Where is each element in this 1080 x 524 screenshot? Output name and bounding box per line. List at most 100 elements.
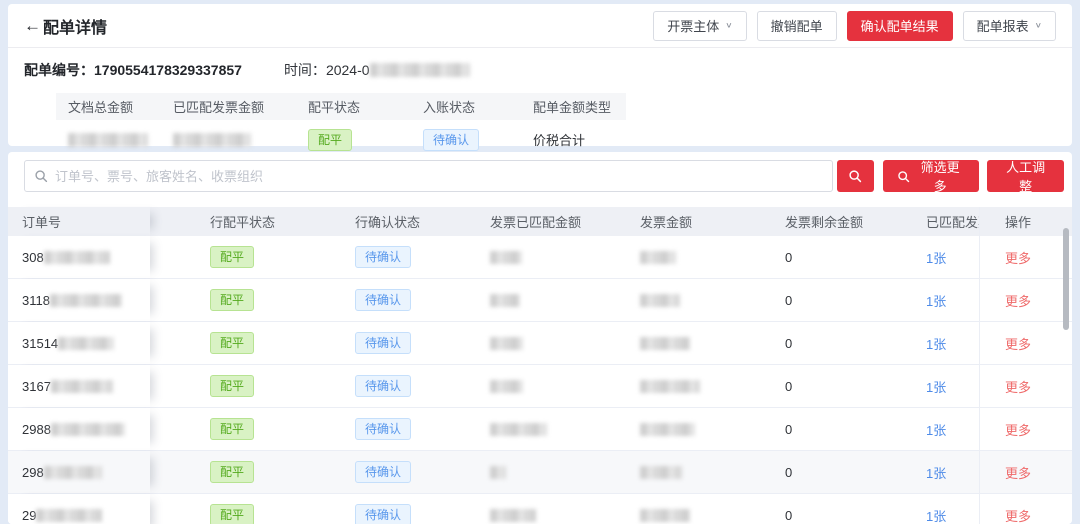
vertical-scrollbar-thumb[interactable] <box>1063 228 1069 330</box>
order-list-card: 筛选更多 人工调整 订单号 行配平状态 行确认状态 发票已匹配金额 发票金额 发… <box>8 152 1072 524</box>
order-no-cell: 298 <box>8 451 150 493</box>
order-number-value: 1790554178329337857 <box>94 62 242 78</box>
chevron-down-icon: ∨ <box>725 21 733 30</box>
more-action-link[interactable]: 更多 <box>1005 377 1031 396</box>
more-action-link[interactable]: 更多 <box>1005 291 1031 310</box>
order-no-prefix: 2988 <box>22 421 51 437</box>
time-label: 时间： <box>283 62 326 78</box>
detail-header-card: ← 配单详情 开票主体 ∨ 撤销配单 确认配单结果 配单报表 ∨ 配单编号： 1… <box>8 4 1072 160</box>
redacted-order-number <box>43 250 110 264</box>
summary-header-balance-status: 配平状态 <box>308 100 361 115</box>
more-action-link[interactable]: 更多 <box>1005 506 1031 524</box>
row-balance-badge: 配平 <box>210 375 255 397</box>
redacted-order-number <box>58 336 115 350</box>
column-invoice-amount: 发票金额 <box>640 215 693 230</box>
chevron-down-icon: ∨ <box>1034 21 1042 30</box>
redacted-order-number <box>36 508 103 522</box>
table-row: 31514 配平 待确认 0 1张 更多 <box>8 322 1072 365</box>
row-balance-badge: 配平 <box>210 461 255 483</box>
order-number-line: 配单编号： 1790554178329337857 时间： 2024-0 <box>24 60 1056 80</box>
redacted-invoice-amount <box>640 250 676 264</box>
more-action-link[interactable]: 更多 <box>1005 334 1031 353</box>
invoice-detail-link[interactable]: 1张 <box>926 377 946 396</box>
redacted-matched-amount <box>490 336 523 350</box>
confirm-result-button[interactable]: 确认配单结果 <box>846 10 953 41</box>
order-no-prefix: 31514 <box>22 335 59 351</box>
invoice-detail-link[interactable]: 1张 <box>926 291 946 310</box>
redacted-doc-total <box>68 133 148 148</box>
search-input-wrap <box>24 160 833 192</box>
redacted-matched-amount <box>490 422 547 436</box>
column-operation: 操作 <box>979 207 1064 236</box>
filter-more-label: 筛选更多 <box>920 160 960 194</box>
redacted-invoice-amount <box>640 293 680 307</box>
amount-type-value: 价税合计 <box>533 133 586 148</box>
redacted-order-number <box>49 293 122 307</box>
header-actions: 开票主体 ∨ 撤销配单 确认配单结果 配单报表 ∨ <box>653 10 1056 41</box>
more-action-link[interactable]: 更多 <box>1005 420 1031 439</box>
invoice-detail-link[interactable]: 1张 <box>926 334 946 353</box>
redacted-matched-amount <box>490 379 523 393</box>
order-info-section: 配单编号： 1790554178329337857 时间： 2024-0 文档总… <box>8 48 1072 160</box>
invoice-detail-link[interactable]: 1张 <box>926 248 946 267</box>
summary-header-doc-total: 文档总金额 <box>68 100 134 115</box>
row-balance-badge: 配平 <box>210 289 255 311</box>
redacted-invoice-amount <box>640 336 690 350</box>
row-balance-badge: 配平 <box>210 504 255 524</box>
table-row: 2988 配平 待确认 0 1张 更多 <box>8 408 1072 451</box>
row-balance-badge: 配平 <box>210 418 255 440</box>
order-number-label: 配单编号： <box>24 62 94 78</box>
summary-table: 文档总金额 已匹配发票金额 配平状态 入账状态 配单金额类型 配平 待确认 价税… <box>56 93 626 160</box>
invoice-subject-label: 开票主体 <box>667 19 720 34</box>
back-arrow-icon[interactable]: ← <box>24 16 41 36</box>
order-no-cell: 29 <box>8 494 150 524</box>
redacted-invoice-amount <box>640 379 700 393</box>
more-action-link[interactable]: 更多 <box>1005 248 1031 267</box>
row-confirm-badge: 待确认 <box>355 418 412 440</box>
search-button[interactable] <box>836 160 874 192</box>
column-order-no: 订单号 <box>8 207 150 236</box>
table-row: 29 配平 待确认 0 1张 更多 <box>8 494 1072 524</box>
remaining-amount: 0 <box>785 292 793 308</box>
invoice-detail-link[interactable]: 1张 <box>926 420 946 439</box>
filter-more-button[interactable]: 筛选更多 <box>882 160 980 194</box>
search-toolbar: 筛选更多 人工调整 <box>8 152 1072 200</box>
order-no-cell: 3118 <box>8 279 150 321</box>
report-button[interactable]: 配单报表 ∨ <box>962 10 1056 41</box>
summary-header-amount-type: 配单金额类型 <box>533 100 612 115</box>
redacted-order-number <box>43 465 102 479</box>
search-icon <box>34 169 48 183</box>
search-input[interactable] <box>24 160 833 192</box>
row-confirm-badge: 待确认 <box>355 461 412 483</box>
row-confirm-badge: 待确认 <box>355 289 412 311</box>
column-row-balance-status: 行配平状态 <box>210 215 276 230</box>
row-confirm-badge: 待确认 <box>355 246 412 268</box>
report-label: 配单报表 <box>976 19 1029 34</box>
redacted-invoice-amount <box>640 465 682 479</box>
table-row: 3118 配平 待确认 0 1张 更多 <box>8 279 1072 322</box>
invoice-detail-link[interactable]: 1张 <box>926 463 946 482</box>
revoke-button[interactable]: 撤销配单 <box>756 10 837 41</box>
remaining-amount: 0 <box>785 378 793 394</box>
confirm-result-label: 确认配单结果 <box>860 19 939 34</box>
remaining-amount: 0 <box>785 507 793 523</box>
redacted-order-number <box>50 379 113 393</box>
redacted-matched-amount <box>490 293 520 307</box>
time-value-prefix: 2024-0 <box>325 62 370 78</box>
invoice-detail-link[interactable]: 1张 <box>926 506 946 524</box>
column-invoice-remaining: 发票剩余金额 <box>785 215 864 230</box>
summary-header-entry-status: 入账状态 <box>423 100 476 115</box>
order-no-cell: 31514 <box>8 322 150 364</box>
manual-adjust-label: 人工调整 <box>1006 160 1046 194</box>
redacted-time-value <box>369 63 470 77</box>
more-action-link[interactable]: 更多 <box>1005 463 1031 482</box>
table-header-row: 订单号 行配平状态 行确认状态 发票已匹配金额 发票金额 发票剩余金额 已匹配发… <box>8 207 1072 236</box>
table-row: 308 配平 待确认 0 1张 更多 <box>8 236 1072 279</box>
invoice-subject-button[interactable]: 开票主体 ∨ <box>653 10 747 41</box>
manual-adjust-button[interactable]: 人工调整 <box>987 160 1064 194</box>
order-no-cell: 2988 <box>8 408 150 450</box>
order-no-prefix: 29 <box>22 507 37 523</box>
order-no-cell: 3167 <box>8 365 150 407</box>
column-row-confirm-status: 行确认状态 <box>355 215 421 230</box>
row-confirm-badge: 待确认 <box>355 504 412 524</box>
